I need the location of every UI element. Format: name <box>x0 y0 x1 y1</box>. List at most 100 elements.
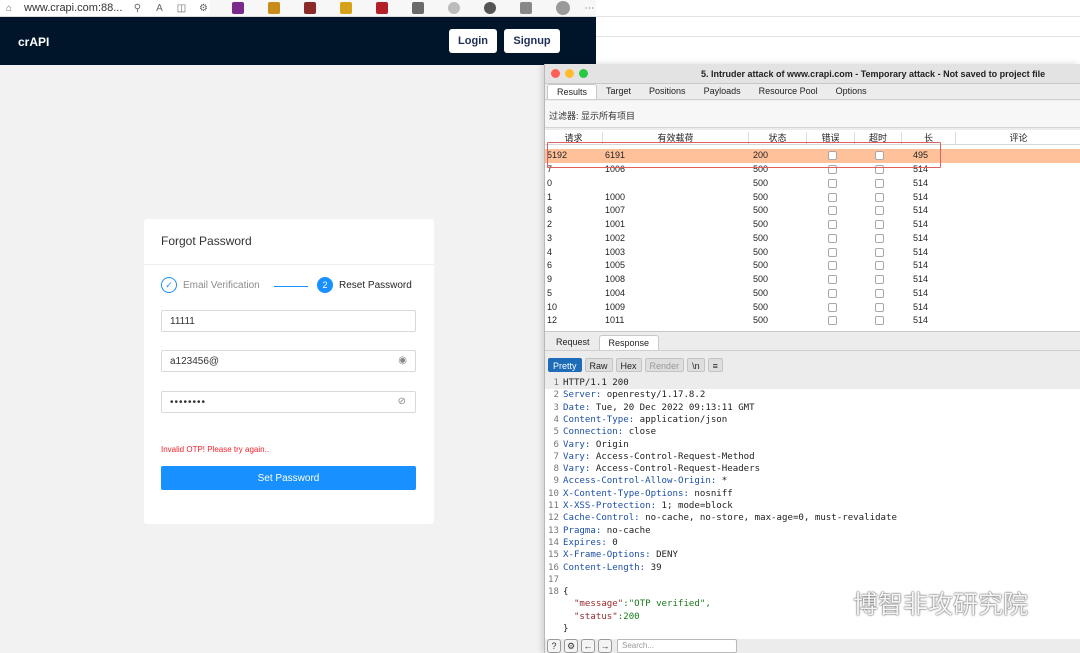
signup-button[interactable]: Signup <box>504 29 560 53</box>
search-input[interactable]: Search... <box>617 639 737 653</box>
divider <box>144 264 434 265</box>
cell-error <box>807 259 855 272</box>
maximize-window-icon[interactable] <box>579 69 588 78</box>
help-icon[interactable]: ? <box>547 639 561 653</box>
timeout-checkbox <box>875 302 884 312</box>
cell-length: 514 <box>913 301 929 312</box>
cell-comment <box>956 149 1080 162</box>
password-field[interactable]: a123456@ ◉ <box>161 350 416 372</box>
login-button[interactable]: Login <box>449 29 497 53</box>
table-row[interactable]: 4 1003 500 514 <box>545 245 1080 259</box>
set-password-button[interactable]: Set Password <box>161 466 416 490</box>
cell-payload: 1005 <box>605 260 626 271</box>
extension-settings-icon[interactable]: ⚙ <box>196 3 210 14</box>
cell-timeout <box>855 191 902 204</box>
tab-target[interactable]: Target <box>597 84 640 99</box>
settings-gear-icon[interactable]: ⚙ <box>564 639 578 653</box>
extension-icon[interactable] <box>340 2 353 14</box>
table-row[interactable]: 2 1001 500 514 <box>545 218 1080 232</box>
divider <box>596 16 1080 17</box>
table-row[interactable]: 1 1000 500 514 <box>545 190 1080 204</box>
menu-icon[interactable]: ≡ <box>707 358 723 372</box>
back-arrow-icon[interactable]: ← <box>581 639 595 653</box>
highlight-annotation-box <box>547 142 941 168</box>
wechat-logo-icon <box>809 590 844 616</box>
minimize-window-icon[interactable] <box>565 69 574 78</box>
cell-request: 8 <box>547 205 553 216</box>
tab-resource-pool[interactable]: Resource Pool <box>750 84 827 99</box>
burp-intruder-window: 5. Intruder attack of www.crapi.com - Te… <box>544 64 1080 653</box>
cell-payload: 1008 <box>605 274 626 285</box>
extension-icon[interactable] <box>232 2 245 14</box>
close-window-icon[interactable] <box>551 69 560 78</box>
eye-hidden-icon[interactable]: ⊘ <box>398 396 407 407</box>
request-response-tabs: Request Response <box>545 334 1080 351</box>
brand-logo[interactable]: crAPI <box>18 35 49 49</box>
table-row[interactable]: 9 1008 500 514 <box>545 273 1080 287</box>
step-email-verification: ✓ Email Verification <box>161 277 260 293</box>
confirm-password-field[interactable]: •••••••• ⊘ <box>161 391 416 413</box>
filter-bar[interactable]: 过滤器: 显示所有项目 <box>545 101 1080 128</box>
reader-icon[interactable]: ◫ <box>174 3 188 14</box>
favorites-icon[interactable] <box>520 2 533 14</box>
cell-timeout <box>855 314 902 327</box>
table-row[interactable]: 12 1011 500 514 <box>545 314 1080 328</box>
code-line: 10 X-Content-Type-Options: nosniff <box>548 488 733 499</box>
cell-payload: 1004 <box>605 287 626 298</box>
step-label: Reset Password <box>339 279 412 291</box>
cell-length: 514 <box>913 205 929 216</box>
cell-comment <box>956 218 1080 231</box>
cell-error <box>807 191 855 204</box>
error-checkbox <box>827 247 837 257</box>
extension-icon[interactable] <box>448 2 461 14</box>
tab-results[interactable]: Results <box>547 84 598 99</box>
search-key-icon[interactable]: ⚲ <box>130 3 144 14</box>
cell-error <box>807 232 855 245</box>
tab-positions[interactable]: Positions <box>640 84 695 99</box>
extension-icon[interactable] <box>412 2 425 14</box>
table-row[interactable]: 10 1009 500 514 <box>545 300 1080 314</box>
forgot-password-card: Forgot Password ✓ Email Verification 2 R… <box>144 219 434 524</box>
tab-request[interactable]: Request <box>547 335 599 350</box>
pretty-button[interactable]: Pretty <box>548 358 582 372</box>
eye-icon[interactable]: ◉ <box>398 355 407 366</box>
window-title: 5. Intruder attack of www.crapi.com - Te… <box>701 69 1046 79</box>
cell-request: 9 <box>547 274 553 285</box>
render-button[interactable]: Render <box>644 358 685 372</box>
address-bar[interactable]: ⌂ www.crapi.com:88... ⚲ A ◫ ⚙ <box>0 0 211 16</box>
extension-icon[interactable] <box>268 2 281 14</box>
tab-payloads[interactable]: Payloads <box>695 84 750 99</box>
otp-value: 11111 <box>170 315 195 327</box>
table-row[interactable]: 5 1004 500 514 <box>545 287 1080 301</box>
newline-toggle-button[interactable]: \n <box>687 358 705 372</box>
cell-comment <box>956 246 1080 259</box>
error-checkbox <box>827 288 837 298</box>
extension-icon[interactable] <box>484 2 497 14</box>
more-menu-icon[interactable]: ⋯ <box>582 3 596 14</box>
code-line: 4 Content-Type: application/json <box>553 414 728 425</box>
cell-comment <box>956 177 1080 190</box>
otp-field[interactable]: 11111 <box>161 310 416 332</box>
extension-icon[interactable] <box>376 2 389 14</box>
cell-timeout <box>855 246 902 259</box>
step-reset-password: 2 Reset Password <box>317 277 412 293</box>
read-aloud-icon[interactable]: A <box>152 3 166 14</box>
raw-button[interactable]: Raw <box>584 358 613 372</box>
timeout-checkbox <box>875 247 884 257</box>
column-header-comment[interactable]: 评论 <box>956 132 1080 145</box>
table-row[interactable]: 0 500 514 <box>545 177 1080 191</box>
tab-response[interactable]: Response <box>598 335 660 350</box>
site-info-icon[interactable]: ⌂ <box>2 3 16 14</box>
hex-button[interactable]: Hex <box>615 358 642 372</box>
cell-length: 514 <box>913 246 929 257</box>
table-row[interactable]: 6 1005 500 514 <box>545 259 1080 273</box>
forward-arrow-icon[interactable]: → <box>598 639 612 653</box>
timeout-checkbox <box>875 233 884 243</box>
table-row[interactable]: 8 1007 500 514 <box>545 204 1080 218</box>
profile-avatar-icon[interactable] <box>556 1 571 15</box>
tab-options[interactable]: Options <box>827 84 876 99</box>
error-checkbox <box>827 178 837 188</box>
cell-length: 514 <box>913 177 929 188</box>
extension-icon[interactable] <box>304 2 317 14</box>
table-row[interactable]: 3 1002 500 514 <box>545 232 1080 246</box>
